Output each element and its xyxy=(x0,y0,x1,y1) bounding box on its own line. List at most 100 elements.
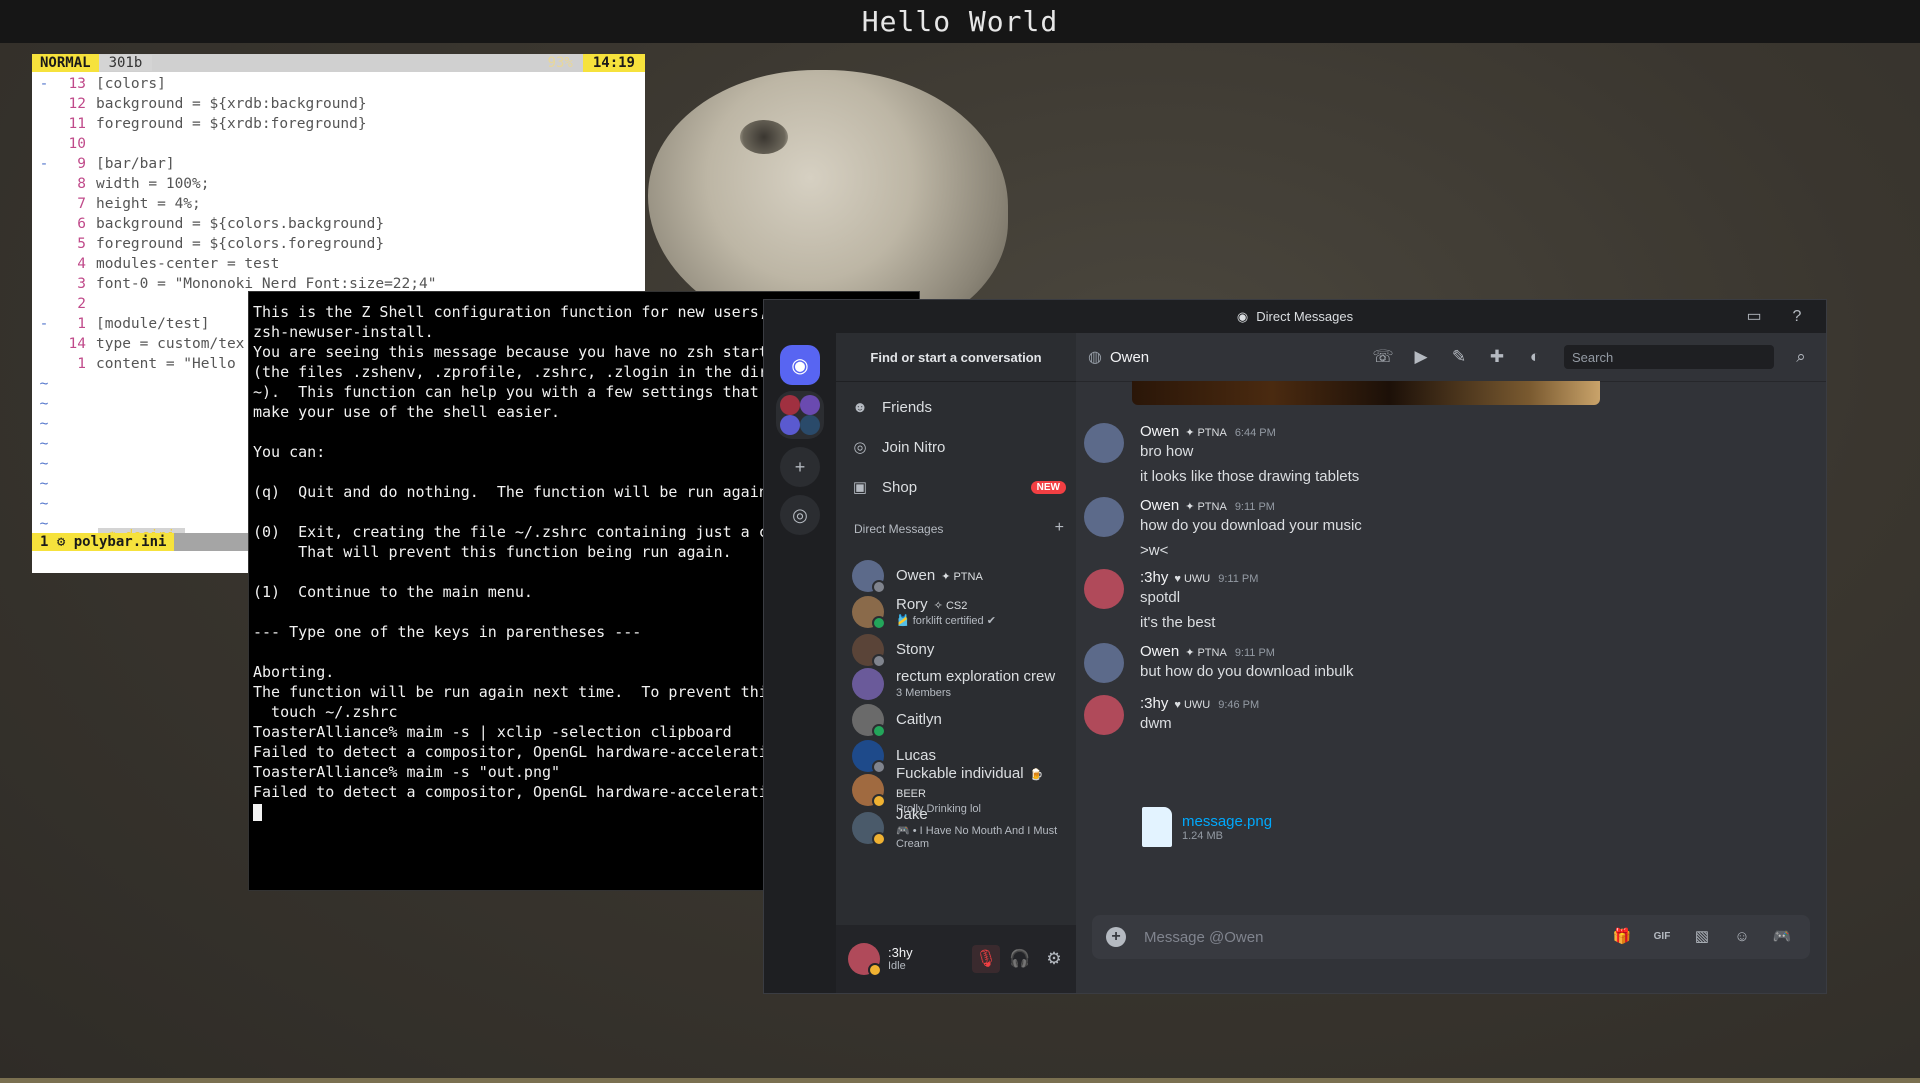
dm-item[interactable]: rectum exploration crew 3 Members xyxy=(846,664,1070,704)
file-name[interactable]: message.png xyxy=(1182,813,1272,830)
new-badge: NEW xyxy=(1030,480,1066,494)
dm-item[interactable]: Fuckable individual 🍺 BEER Prolly Drinking… xyxy=(846,765,1070,815)
sticker-icon[interactable]: ▧ xyxy=(1690,925,1714,949)
line-number: 12 xyxy=(68,96,86,112)
video-icon[interactable]: ▶ xyxy=(1410,347,1432,367)
dm-item[interactable]: Owen ✦ PTNA xyxy=(846,556,1070,596)
vim-line: 5 foreground = ${colors.foreground} xyxy=(32,234,645,254)
vim-clock: 14:19 xyxy=(582,54,645,72)
friends-icon: ☻ xyxy=(852,398,868,416)
add-server-button[interactable]: + xyxy=(780,447,820,487)
line-text: modules-center = test xyxy=(96,256,280,272)
settings-icon[interactable]: ⚙ xyxy=(1040,945,1068,973)
fold-sign: - xyxy=(39,156,49,172)
discord-logo-icon: ◉ xyxy=(1236,308,1249,324)
mute-icon[interactable]: 🎙 xyxy=(972,945,1000,973)
headphones-icon[interactable]: 🎧 xyxy=(1006,945,1034,973)
message-composer[interactable]: + Message @Owen 🎁 GIF ▧ ☺ 🎮 xyxy=(1092,915,1810,959)
tilde-marker: ~ xyxy=(39,496,49,512)
vim-line: - 9 [bar/bar] xyxy=(32,154,645,174)
image-attachment-preview[interactable] xyxy=(1132,381,1600,405)
message-avatar[interactable] xyxy=(1084,423,1124,463)
help-icon[interactable]: ? xyxy=(1787,307,1807,327)
line-text: [bar/bar] xyxy=(96,156,175,172)
nav-label: Shop xyxy=(882,478,918,496)
inbox-icon[interactable]: ▭ xyxy=(1744,307,1764,327)
message-text: how do you download your music xyxy=(1140,517,1362,534)
discord-titlebar: ◉ Direct Messages ▭ ? xyxy=(764,300,1826,333)
message-avatar[interactable] xyxy=(1084,643,1124,683)
dm-name: Stony xyxy=(896,640,935,658)
chat-message: Owen ✦ PTNA 9:11 PM how do you download you… xyxy=(1084,497,1362,561)
dm-item[interactable]: Rory ✧ CS2 🎽 forklift certified ✔ xyxy=(846,592,1070,632)
home-button[interactable]: ◉ xyxy=(780,345,820,385)
server-folder[interactable] xyxy=(776,391,824,439)
fold-sign xyxy=(32,354,56,374)
fold-sign xyxy=(32,174,56,194)
file-attachment[interactable]: message.png 1.24 MB xyxy=(1142,807,1272,847)
search-placeholder: Search xyxy=(1572,349,1614,365)
dm-item[interactable]: Caitlyn xyxy=(846,700,1070,740)
discord-window[interactable]: ◉ Direct Messages ▭ ? ◉ + ◎ Find or star… xyxy=(763,299,1827,994)
dm-avatar xyxy=(852,596,886,630)
message-tag: ✦ PTNA xyxy=(1185,501,1227,513)
tilde-marker: ~ xyxy=(39,436,49,452)
message-avatar[interactable] xyxy=(1084,569,1124,609)
terminal-cursor xyxy=(253,804,262,821)
line-number: 2 xyxy=(77,296,86,312)
message-avatar[interactable] xyxy=(1084,497,1124,537)
create-dm-icon[interactable]: + xyxy=(1055,520,1064,536)
gif-icon[interactable]: GIF xyxy=(1650,925,1674,949)
fold-sign xyxy=(32,134,56,154)
phone-icon[interactable]: ☏ xyxy=(1372,347,1394,367)
line-number: 13 xyxy=(68,76,86,92)
add-friend-icon[interactable]: ✚ xyxy=(1486,347,1508,367)
vim-filesize: 301b xyxy=(98,55,153,71)
user-avatar[interactable] xyxy=(848,943,882,977)
message-time: 9:11 PM xyxy=(1234,647,1275,659)
nav-shop[interactable]: ▣ Shop NEW xyxy=(846,469,1066,505)
server-list: ◉ + ◎ xyxy=(764,333,836,993)
line-number: 4 xyxy=(77,256,86,272)
profile-icon[interactable]: ◐ xyxy=(1524,347,1546,367)
attach-plus-icon[interactable]: + xyxy=(1106,927,1126,947)
pin-icon[interactable]: ✎ xyxy=(1448,347,1470,367)
message-time: 9:11 PM xyxy=(1234,501,1275,513)
explore-button[interactable]: ◎ xyxy=(780,495,820,535)
message-avatar[interactable] xyxy=(1084,695,1124,735)
line-text: content = "Hello xyxy=(96,356,236,372)
gift-icon[interactable]: 🎁 xyxy=(1610,925,1634,949)
nav-nitro[interactable]: ◎ Join Nitro xyxy=(846,429,1066,465)
user-status: Idle xyxy=(888,960,906,972)
message-author[interactable]: :3hy xyxy=(1140,695,1168,712)
find-conversation-button[interactable]: Find or start a conversation xyxy=(836,333,1076,382)
dm-header-label: Direct Messages xyxy=(854,522,944,536)
dm-tag: ✦ PTNA xyxy=(941,570,983,583)
emoji-icon[interactable]: ☺ xyxy=(1730,925,1754,949)
fold-sign xyxy=(32,274,56,294)
chat-message: :3hy ♥ UWU 9:46 PM dwm xyxy=(1084,695,1259,735)
message-author[interactable]: Owen xyxy=(1140,497,1179,514)
line-number: 10 xyxy=(68,136,86,152)
tilde-marker: ~ xyxy=(39,416,49,432)
dm-sidebar: Find or start a conversation ☻ Friends ◎… xyxy=(836,333,1076,993)
chat-header: ◍ Owen ☏ ▶ ✎ ✚ ◐ Search ⌕ xyxy=(1076,333,1826,382)
polybar-title: Hello World xyxy=(861,5,1059,38)
dm-avatar xyxy=(852,560,886,594)
fold-sign xyxy=(32,234,56,254)
message-author[interactable]: :3hy xyxy=(1140,569,1168,586)
window-title: Direct Messages xyxy=(1256,309,1354,324)
fold-sign xyxy=(32,294,56,314)
search-input[interactable]: Search xyxy=(1564,345,1774,369)
nav-label: Friends xyxy=(882,398,933,416)
activity-icon[interactable]: 🎮 xyxy=(1770,925,1794,949)
vim-tab[interactable]: 1 ⚙ polybar.ini xyxy=(32,533,175,551)
search-icon[interactable]: ⌕ xyxy=(1790,347,1812,367)
dm-item[interactable]: Jake 🎮 • I Have No Mouth And I Must Cream xyxy=(846,806,1070,850)
dm-subtitle: 🎽 forklift certified ✔ xyxy=(896,615,996,627)
message-input[interactable]: Message @Owen xyxy=(1144,929,1610,946)
nav-friends[interactable]: ☻ Friends xyxy=(846,389,1066,425)
message-author[interactable]: Owen xyxy=(1140,423,1179,440)
dm-tag: ✧ CS2 xyxy=(933,600,968,612)
message-author[interactable]: Owen xyxy=(1140,643,1179,660)
